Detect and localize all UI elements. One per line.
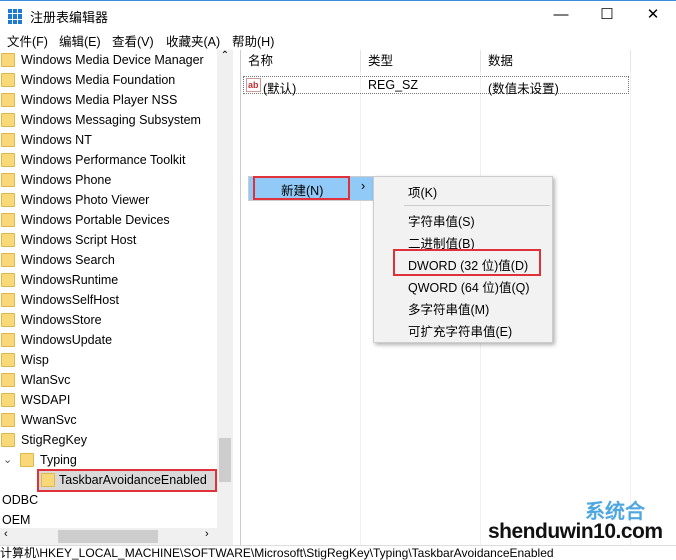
folder-icon [1,273,15,287]
menu-bar: 文件(F) 编辑(E) 查看(V) 收藏夹(A) 帮助(H) [0,30,676,50]
watermark: shenduwin10.com [488,520,663,543]
minimize-button[interactable]: — [538,1,584,31]
menu-item-string-value[interactable]: 字符串值(S) [408,211,475,230]
menu-item-expandable-string-value[interactable]: 可扩充字符串值(E) [408,321,512,340]
string-value-icon: ab [246,78,261,92]
tree-item-label: Windows Media Foundation [21,73,176,87]
tree-item-label: ODBC [2,493,39,507]
tree-item-label: Windows Photo Viewer [21,193,150,207]
title-bar: 注册表编辑器 — ☐ ✕ [0,0,676,30]
folder-icon [1,73,15,87]
tree-item-label: Windows NT [21,133,92,147]
menu-view[interactable]: 查看(V) [112,31,154,50]
value-name: (默认) [263,82,297,96]
tree-item-label: WlanSvc [21,373,71,387]
folder-icon [1,173,15,187]
folder-icon [1,133,15,147]
folder-icon [1,433,15,447]
tree-item-label: Windows Performance Toolkit [21,153,186,167]
folder-icon [1,233,15,247]
menu-edit[interactable]: 编辑(E) [59,31,101,50]
folder-icon [1,193,15,207]
menu-item-key[interactable]: 项(K) [408,182,437,201]
menu-help[interactable]: 帮助(H) [232,31,274,50]
regedit-icon [8,9,23,24]
tree-item-label: Windows Media Player NSS [21,93,178,107]
annotation-highlight [253,176,350,200]
chevron-down-icon[interactable]: ⌄ [3,450,12,470]
chevron-right-icon: › [361,179,366,193]
column-type[interactable]: 类型 [361,50,481,72]
tree-item-label: WwanSvc [21,413,77,427]
folder-icon [1,113,15,127]
close-button[interactable]: ✕ [630,1,676,31]
tree-item-label: WindowsSelfHost [21,293,119,307]
status-bar: 计算机\HKEY_LOCAL_MACHINE\SOFTWARE\Microsof… [0,545,676,560]
tree-item-label: Windows Media Device Manager [21,53,204,67]
value-data: (数值未设置) [488,82,559,96]
value-row[interactable]: ab (默认) REG_SZ (数值未设置) [243,76,629,96]
tree-item-label: WindowsUpdate [21,333,113,347]
folder-icon [1,153,15,167]
tree-item-label: Windows Messaging Subsystem [21,113,201,127]
column-name[interactable]: 名称 [241,50,361,72]
scrollbar-thumb[interactable] [219,438,231,482]
menu-item-qword-value[interactable]: QWORD (64 位)值(Q) [408,277,530,296]
menu-file[interactable]: 文件(F) [7,31,48,50]
scrollbar-thumb[interactable] [58,530,158,543]
folder-icon [1,413,15,427]
tree-item-label: Windows Search [21,253,115,267]
folder-icon [1,373,15,387]
menu-item-multi-string-value[interactable]: 多字符串值(M) [408,299,489,318]
menu-favorites[interactable]: 收藏夹(A) [166,31,220,50]
tree-item-label: WindowsRuntime [21,273,119,287]
tree-item-label: Windows Portable Devices [21,213,170,227]
scroll-left-icon[interactable]: ‹ [4,528,8,540]
scroll-up-icon[interactable]: ⌃ [217,50,233,61]
tree-item-label: OEM [2,513,31,527]
tree-item-label: Windows Script Host [21,233,137,247]
tree-item-label: Typing [40,453,77,467]
tree-item-label: WSDAPI [21,393,71,407]
annotation-highlight [393,249,541,276]
folder-icon [1,213,15,227]
maximize-button[interactable]: ☐ [584,1,630,31]
folder-icon [1,253,15,267]
tree-item-label: Windows Phone [21,173,112,187]
folder-icon [1,333,15,347]
column-data[interactable]: 数据 [481,50,631,72]
scroll-right-icon[interactable]: › [205,528,209,540]
folder-icon [20,453,34,467]
folder-icon [1,53,15,67]
folder-icon [1,93,15,107]
menu-separator [404,205,550,206]
window-title: 注册表编辑器 [30,10,109,25]
tree-item-label: WindowsStore [21,313,102,327]
folder-icon [1,313,15,327]
folder-icon [1,353,15,367]
tree-item-label: StigRegKey [21,433,88,447]
annotation-highlight [37,469,217,492]
folder-icon [1,293,15,307]
value-type: REG_SZ [368,78,419,92]
folder-icon [1,393,15,407]
tree-item-label: Wisp [21,353,49,367]
